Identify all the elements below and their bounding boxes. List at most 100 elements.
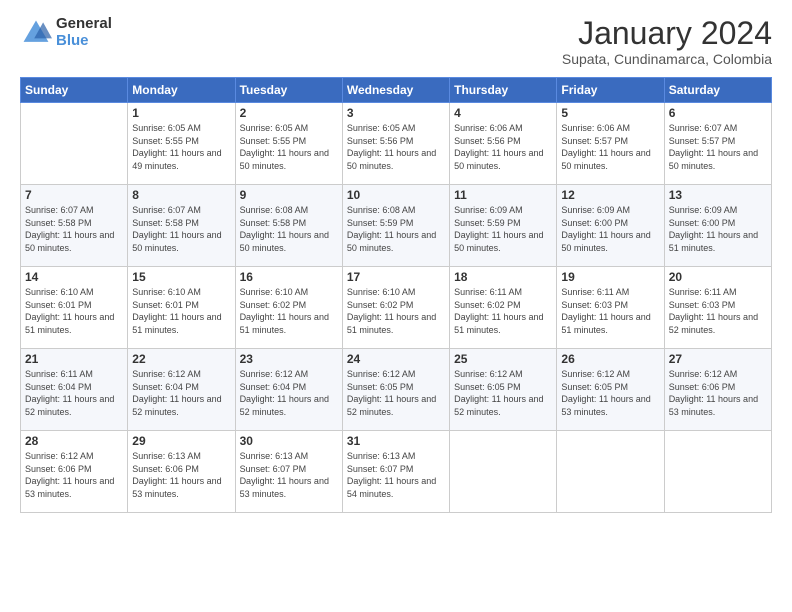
table-row: 16 Sunrise: 6:10 AM Sunset: 6:02 PM Dayli… — [235, 267, 342, 349]
day-info: Sunrise: 6:05 AM Sunset: 5:55 PM Dayligh… — [132, 122, 230, 172]
table-row: 15 Sunrise: 6:10 AM Sunset: 6:01 PM Dayli… — [128, 267, 235, 349]
day-info: Sunrise: 6:07 AM Sunset: 5:58 PM Dayligh… — [132, 204, 230, 254]
col-saturday: Saturday — [664, 78, 771, 103]
day-number: 31 — [347, 434, 445, 448]
day-number: 1 — [132, 106, 230, 120]
table-row: 28Sunrise: 6:12 AM Sunset: 6:06 PM Dayli… — [21, 431, 128, 513]
day-info: Sunrise: 6:10 AM Sunset: 6:01 PM Dayligh… — [132, 286, 230, 336]
day-number: 15 — [132, 270, 230, 284]
day-info: Sunrise: 6:08 AM Sunset: 5:59 PM Dayligh… — [347, 204, 445, 254]
table-row: 22 Sunrise: 6:12 AM Sunset: 6:04 PM Dayli… — [128, 349, 235, 431]
table-row: 11Sunrise: 6:09 AM Sunset: 5:59 PM Dayli… — [450, 185, 557, 267]
day-number: 18 — [454, 270, 552, 284]
table-row: 13Sunrise: 6:09 AM Sunset: 6:00 PM Dayli… — [664, 185, 771, 267]
table-row: 2 Sunrise: 6:05 AM Sunset: 5:55 PM Daylig… — [235, 103, 342, 185]
table-row: 9 Sunrise: 6:08 AM Sunset: 5:58 PM Daylig… — [235, 185, 342, 267]
day-number: 29 — [132, 434, 230, 448]
day-info: Sunrise: 6:05 AM Sunset: 5:55 PM Dayligh… — [240, 122, 338, 172]
day-number: 11 — [454, 188, 552, 202]
table-row: 30 Sunrise: 6:13 AM Sunset: 6:07 PM Dayli… — [235, 431, 342, 513]
table-row: 23Sunrise: 6:12 AM Sunset: 6:04 PM Dayli… — [235, 349, 342, 431]
day-info: Sunrise: 6:06 AM Sunset: 5:56 PM Dayligh… — [454, 122, 552, 172]
day-number: 6 — [669, 106, 767, 120]
table-row: 4 Sunrise: 6:06 AM Sunset: 5:56 PM Daylig… — [450, 103, 557, 185]
day-info: Sunrise: 6:10 AM Sunset: 6:02 PM Dayligh… — [347, 286, 445, 336]
day-number: 12 — [561, 188, 659, 202]
title-block: January 2024 Supata, Cundinamarca, Colom… — [562, 16, 772, 67]
day-info: Sunrise: 6:12 AM Sunset: 6:05 PM Dayligh… — [454, 368, 552, 418]
calendar-table: Sunday Monday Tuesday Wednesday Thursday… — [20, 77, 772, 513]
day-info: Sunrise: 6:10 AM Sunset: 6:02 PM Dayligh… — [240, 286, 338, 336]
col-thursday: Thursday — [450, 78, 557, 103]
day-number: 17 — [347, 270, 445, 284]
day-number: 13 — [669, 188, 767, 202]
day-number: 4 — [454, 106, 552, 120]
table-row: 24 Sunrise: 6:12 AM Sunset: 6:05 PM Dayli… — [342, 349, 449, 431]
day-info: Sunrise: 6:11 AM Sunset: 6:04 PM Dayligh… — [25, 368, 123, 418]
col-friday: Friday — [557, 78, 664, 103]
table-row: 3 Sunrise: 6:05 AM Sunset: 5:56 PM Daylig… — [342, 103, 449, 185]
day-info: Sunrise: 6:10 AM Sunset: 6:01 PM Dayligh… — [25, 286, 123, 336]
calendar-page: General Blue January 2024 Supata, Cundin… — [0, 0, 792, 612]
day-number: 2 — [240, 106, 338, 120]
table-row: 12 Sunrise: 6:09 AM Sunset: 6:00 PM Dayli… — [557, 185, 664, 267]
day-number: 5 — [561, 106, 659, 120]
day-info: Sunrise: 6:11 AM Sunset: 6:02 PM Dayligh… — [454, 286, 552, 336]
table-row: 17 Sunrise: 6:10 AM Sunset: 6:02 PM Dayli… — [342, 267, 449, 349]
day-info: Sunrise: 6:05 AM Sunset: 5:56 PM Dayligh… — [347, 122, 445, 172]
day-number: 28 — [25, 434, 123, 448]
calendar-week-row: 1 Sunrise: 6:05 AM Sunset: 5:55 PM Daylig… — [21, 103, 772, 185]
day-info: Sunrise: 6:11 AM Sunset: 6:03 PM Dayligh… — [561, 286, 659, 336]
day-number: 23 — [240, 352, 338, 366]
main-title: January 2024 — [562, 16, 772, 51]
day-info: Sunrise: 6:12 AM Sunset: 6:04 PM Dayligh… — [132, 368, 230, 418]
table-row: 25 Sunrise: 6:12 AM Sunset: 6:05 PM Dayli… — [450, 349, 557, 431]
table-row: 19 Sunrise: 6:11 AM Sunset: 6:03 PM Dayli… — [557, 267, 664, 349]
day-number: 30 — [240, 434, 338, 448]
day-number: 21 — [25, 352, 123, 366]
logo-blue-text: Blue — [56, 33, 112, 50]
calendar-week-row: 7 Sunrise: 6:07 AM Sunset: 5:58 PM Daylig… — [21, 185, 772, 267]
logo-general-text: General — [56, 16, 112, 33]
col-sunday: Sunday — [21, 78, 128, 103]
day-info: Sunrise: 6:13 AM Sunset: 6:07 PM Dayligh… — [240, 450, 338, 500]
col-tuesday: Tuesday — [235, 78, 342, 103]
calendar-week-row: 14Sunrise: 6:10 AM Sunset: 6:01 PM Dayli… — [21, 267, 772, 349]
day-info: Sunrise: 6:12 AM Sunset: 6:05 PM Dayligh… — [347, 368, 445, 418]
logo: General Blue — [20, 16, 112, 49]
day-info: Sunrise: 6:08 AM Sunset: 5:58 PM Dayligh… — [240, 204, 338, 254]
day-number: 16 — [240, 270, 338, 284]
table-row: 20 Sunrise: 6:11 AM Sunset: 6:03 PM Dayli… — [664, 267, 771, 349]
day-info: Sunrise: 6:11 AM Sunset: 6:03 PM Dayligh… — [669, 286, 767, 336]
day-info: Sunrise: 6:13 AM Sunset: 6:07 PM Dayligh… — [347, 450, 445, 500]
table-row — [664, 431, 771, 513]
day-number: 7 — [25, 188, 123, 202]
table-row: 29 Sunrise: 6:13 AM Sunset: 6:06 PM Dayli… — [128, 431, 235, 513]
day-info: Sunrise: 6:12 AM Sunset: 6:06 PM Dayligh… — [669, 368, 767, 418]
table-row — [557, 431, 664, 513]
table-row — [450, 431, 557, 513]
day-number: 10 — [347, 188, 445, 202]
day-info: Sunrise: 6:09 AM Sunset: 6:00 PM Dayligh… — [561, 204, 659, 254]
day-number: 20 — [669, 270, 767, 284]
day-number: 24 — [347, 352, 445, 366]
table-row — [21, 103, 128, 185]
table-row: 31 Sunrise: 6:13 AM Sunset: 6:07 PM Dayli… — [342, 431, 449, 513]
day-number: 25 — [454, 352, 552, 366]
day-number: 9 — [240, 188, 338, 202]
day-number: 27 — [669, 352, 767, 366]
day-info: Sunrise: 6:07 AM Sunset: 5:57 PM Dayligh… — [669, 122, 767, 172]
day-number: 8 — [132, 188, 230, 202]
table-row: 8 Sunrise: 6:07 AM Sunset: 5:58 PM Daylig… — [128, 185, 235, 267]
table-row: 6 Sunrise: 6:07 AM Sunset: 5:57 PM Daylig… — [664, 103, 771, 185]
day-info: Sunrise: 6:06 AM Sunset: 5:57 PM Dayligh… — [561, 122, 659, 172]
col-monday: Monday — [128, 78, 235, 103]
table-row: 21 Sunrise: 6:11 AM Sunset: 6:04 PM Dayli… — [21, 349, 128, 431]
day-number: 19 — [561, 270, 659, 284]
day-info: Sunrise: 6:13 AM Sunset: 6:06 PM Dayligh… — [132, 450, 230, 500]
table-row: 27 Sunrise: 6:12 AM Sunset: 6:06 PM Dayli… — [664, 349, 771, 431]
day-info: Sunrise: 6:07 AM Sunset: 5:58 PM Dayligh… — [25, 204, 123, 254]
day-number: 3 — [347, 106, 445, 120]
table-row: 7 Sunrise: 6:07 AM Sunset: 5:58 PM Daylig… — [21, 185, 128, 267]
day-number: 22 — [132, 352, 230, 366]
